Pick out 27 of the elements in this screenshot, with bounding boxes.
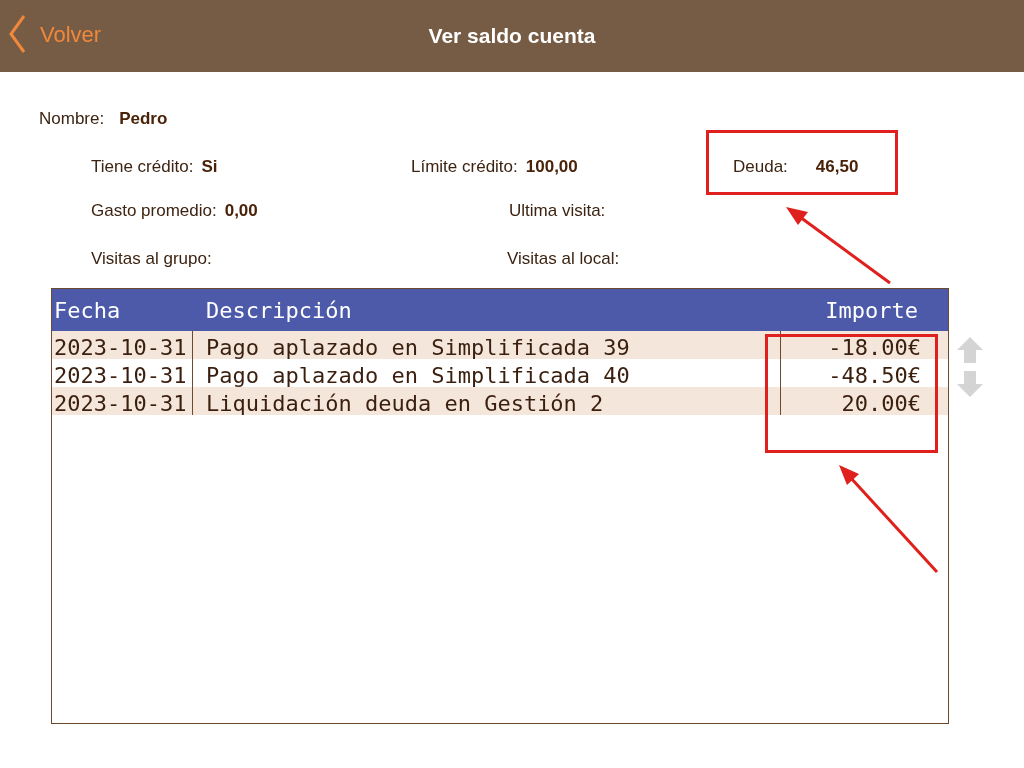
field-label: Deuda: [733, 156, 788, 178]
page-title: Ver saldo cuenta [428, 23, 596, 50]
field-label: Límite crédito: [411, 156, 518, 178]
column-header: Fecha [53, 296, 122, 325]
field-label: Visitas al local: [507, 248, 620, 270]
table-row[interactable]: 2023-10-31 Pago aplazado en Simplificada 39 -18.00€ [52, 331, 948, 359]
field-value: 0,00 [224, 200, 258, 222]
field-value: Si [201, 156, 218, 178]
scroll-up-icon[interactable] [956, 336, 984, 364]
scroll-down-icon[interactable] [956, 370, 984, 398]
field-value: 100,00 [525, 156, 578, 178]
field-label: Tiene crédito: [91, 156, 194, 178]
field-label: Gasto promedio: [91, 200, 217, 222]
field-label: Nombre: [39, 108, 105, 130]
table-cell-text: -48.50€ [827, 362, 922, 387]
field-value: 46,50 [815, 156, 859, 178]
table-cell-text: 20.00€ [840, 390, 922, 415]
column-header: Importe [824, 296, 919, 325]
field-label: Ultima visita: [509, 200, 606, 222]
chevron-left-icon [8, 14, 26, 54]
table-cell: Liquidación deuda en Gestión 2 [193, 387, 781, 415]
field-label: Visitas al grupo: [91, 248, 212, 270]
table-row[interactable]: 2023-10-31 Liquidación deuda en Gestión 2 20.00€ [52, 387, 948, 415]
table-cell-text: -18.00€ [827, 334, 922, 359]
column-header: Descripción [206, 296, 353, 325]
table-cell: 2023-10-31 [52, 387, 193, 415]
field-value: Pedro [119, 108, 168, 130]
